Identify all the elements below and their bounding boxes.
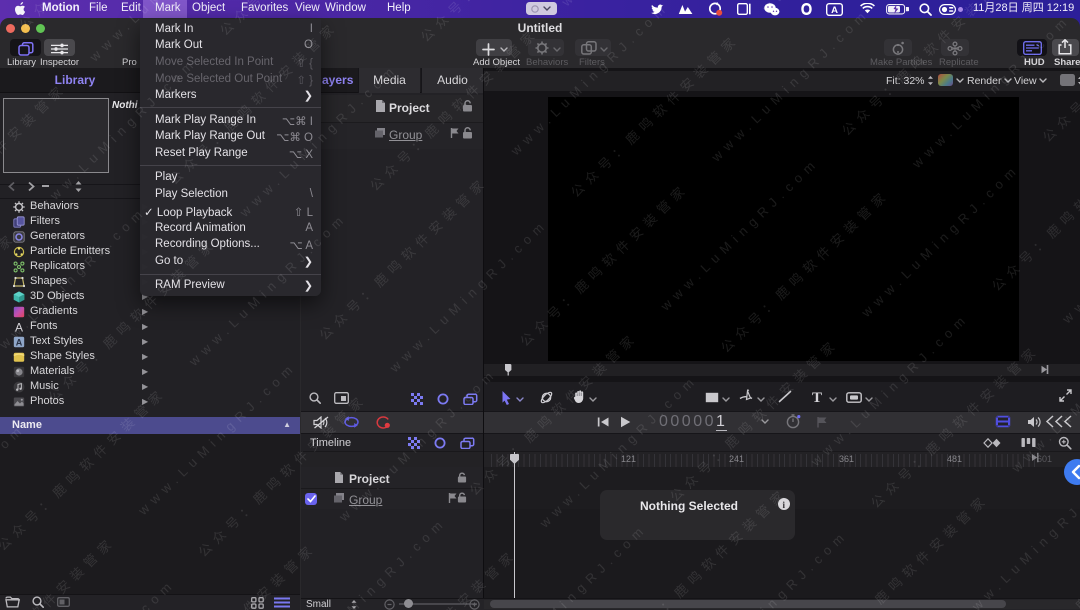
svg-text:A: A <box>831 5 838 16</box>
svg-text:A: A <box>15 321 23 333</box>
svg-text:A: A <box>16 338 23 348</box>
